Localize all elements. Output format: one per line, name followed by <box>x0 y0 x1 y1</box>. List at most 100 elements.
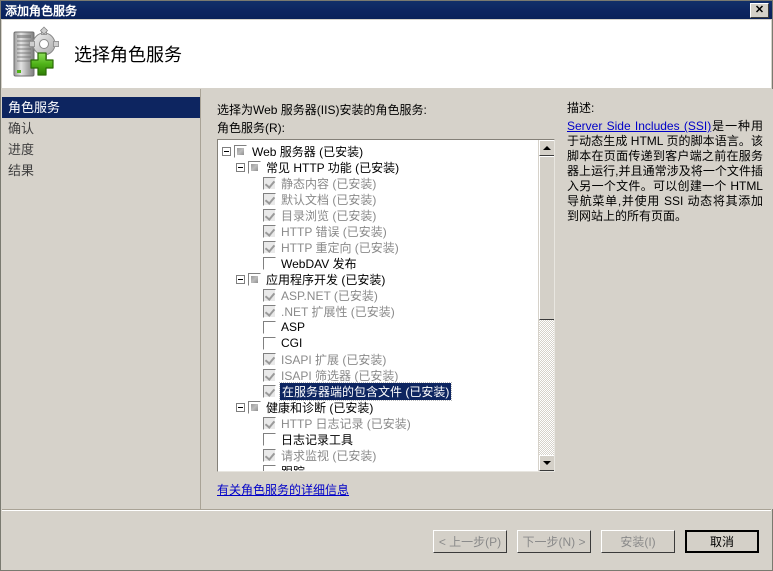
checkbox-checked-gray[interactable] <box>263 224 276 238</box>
checkbox-partial[interactable] <box>248 400 261 414</box>
checkbox-checked-gray[interactable] <box>263 368 276 382</box>
checkbox-checked-gray[interactable] <box>263 208 276 222</box>
wizard-sidebar: 角色服务 确认 进度 结果 <box>2 89 201 509</box>
tree-item-label: 在服务器端的包含文件 (已安装) <box>278 381 453 401</box>
instruction-text: 选择为Web 服务器(IIS)安装的角色服务: <box>217 103 427 117</box>
window-title: 添加角色服务 <box>5 3 78 18</box>
checkbox-empty[interactable] <box>263 432 276 446</box>
tree-item[interactable]: 在服务器端的包含文件 (已安装) <box>218 381 538 401</box>
checkbox-checked-gray[interactable] <box>263 192 276 206</box>
checkbox-checked-gray[interactable] <box>263 448 276 462</box>
sidebar-item-results[interactable]: 结果 <box>2 160 200 181</box>
checkbox-empty[interactable] <box>263 336 276 350</box>
tree-item[interactable]: Web 服务器 (已安装) <box>218 143 538 159</box>
checkbox-checked-gray[interactable] <box>263 240 276 254</box>
arrow-up-icon <box>543 146 551 150</box>
previous-button[interactable]: < 上一步(P) <box>433 530 507 553</box>
tree-item[interactable]: ASP.NET (已安装) <box>218 287 538 303</box>
tree-item[interactable]: 跟踪 <box>218 463 538 471</box>
role-services-label: 角色服务(R): <box>217 121 285 135</box>
close-icon: ✕ <box>754 3 765 16</box>
tree-item-label: .NET 扩展性 (已安装) <box>281 304 395 319</box>
tree-item-label: HTTP 错误 (已安装) <box>281 224 387 239</box>
tree-item[interactable]: 默认文档 (已安装) <box>218 191 538 207</box>
install-button[interactable]: 安装(I) <box>601 530 675 553</box>
role-services-tree[interactable]: Web 服务器 (已安装) 常见 HTTP 功能 (已安装) 静态内容 (已安装) 默… <box>217 139 555 472</box>
tree-item-label: WebDAV 发布 <box>281 256 357 271</box>
tree-item-label: 跟踪 <box>280 463 305 472</box>
tree-item[interactable]: HTTP 日志记录 (已安装) <box>218 415 538 431</box>
arrow-down-icon <box>543 461 551 465</box>
button-row: < 上一步(P) 下一步(N) > 安装(I) 取消 <box>433 530 759 553</box>
cancel-button[interactable]: 取消 <box>685 530 759 553</box>
tree-item-label: ISAPI 扩展 (已安装) <box>281 352 387 367</box>
collapse-expander-icon[interactable] <box>236 162 245 172</box>
scrollbar-track[interactable] <box>539 156 554 455</box>
scrollbar-thumb[interactable] <box>539 156 554 321</box>
tree-item[interactable]: 常见 HTTP 功能 (已安装) <box>218 159 538 175</box>
tree-item[interactable]: 目录浏览 (已安装) <box>218 207 538 223</box>
checkbox-checked-gray[interactable] <box>263 288 276 302</box>
checkbox-partial[interactable] <box>234 144 247 158</box>
sidebar-item-role-services[interactable]: 角色服务 <box>2 97 200 118</box>
tree-item[interactable]: ASP <box>218 319 538 335</box>
tree-item[interactable]: 静态内容 (已安装) <box>218 175 538 191</box>
server-add-icon <box>8 26 64 82</box>
checkbox-checked-gray[interactable] <box>263 416 276 430</box>
tree-item[interactable]: 应用程序开发 (已安装) <box>218 271 538 287</box>
checkbox-checked-gray[interactable] <box>263 176 276 190</box>
tree-item-label: ASP.NET (已安装) <box>281 288 378 303</box>
tree-rows-container: Web 服务器 (已安装) 常见 HTTP 功能 (已安装) 静态内容 (已安装) 默… <box>218 140 538 471</box>
tree-item-label: 常见 HTTP 功能 (已安装) <box>266 160 400 175</box>
tree-item[interactable]: CGI <box>218 335 538 351</box>
tree-item[interactable]: ISAPI 筛选器 (已安装) <box>218 367 538 383</box>
tree-item-label: Web 服务器 (已安装) <box>252 144 364 159</box>
tree-item-label: 日志记录工具 <box>281 432 354 447</box>
tree-item[interactable]: 请求监视 (已安装) <box>218 447 538 463</box>
description-panel: 描述: Server Side Includes (SSI)是一种用于动态生成 … <box>567 99 763 224</box>
tree-item-label: 目录浏览 (已安装) <box>281 208 377 223</box>
tree-item-label: ASP <box>281 320 306 334</box>
scroll-down-button[interactable] <box>539 455 554 471</box>
tree-item[interactable]: 健康和诊断 (已安装) <box>218 399 538 415</box>
checkbox-partial[interactable] <box>248 272 261 286</box>
checkbox-partial[interactable] <box>248 160 261 174</box>
checkbox-checked-gray[interactable] <box>263 304 276 318</box>
tree-item-label: ISAPI 筛选器 (已安装) <box>281 368 399 383</box>
tree-item-label: HTTP 日志记录 (已安装) <box>281 416 411 431</box>
tree-item[interactable]: WebDAV 发布 <box>218 255 538 271</box>
checkbox-empty[interactable] <box>263 320 276 334</box>
description-body: Server Side Includes (SSI)是一种用于动态生成 HTML… <box>567 119 763 224</box>
next-button[interactable]: 下一步(N) > <box>517 530 591 553</box>
tree-item[interactable]: ISAPI 扩展 (已安装) <box>218 351 538 367</box>
close-button[interactable]: ✕ <box>750 2 769 18</box>
collapse-expander-icon[interactable] <box>236 402 245 412</box>
content-area: 选择为Web 服务器(IIS)安装的角色服务: 角色服务(R): Web 服务器… <box>201 89 773 509</box>
sidebar-item-progress[interactable]: 进度 <box>2 139 200 160</box>
tree-item[interactable]: HTTP 重定向 (已安装) <box>218 239 538 255</box>
tree-vertical-scrollbar[interactable] <box>538 140 554 471</box>
tree-item-label: 默认文档 (已安装) <box>281 192 377 207</box>
ssi-link[interactable]: Server Side Includes (SSI) <box>567 119 711 133</box>
more-info-link[interactable]: 有关角色服务的详细信息 <box>217 481 349 498</box>
scroll-up-button[interactable] <box>539 140 554 156</box>
tree-item[interactable]: .NET 扩展性 (已安装) <box>218 303 538 319</box>
description-title: 描述: <box>567 101 595 115</box>
add-role-services-dialog: 添加角色服务 ✕ 选择角色服务 角色服务 确认 进度 结果 选择为Web 服务器… <box>0 0 773 571</box>
tree-item[interactable]: HTTP 错误 (已安装) <box>218 223 538 239</box>
tree-item-label: HTTP 重定向 (已安装) <box>281 240 399 255</box>
collapse-expander-icon[interactable] <box>236 274 245 284</box>
checkbox-checked-gray[interactable] <box>263 352 276 366</box>
collapse-expander-icon[interactable] <box>222 146 231 156</box>
checkbox-empty[interactable] <box>263 256 276 270</box>
tree-item-label: 应用程序开发 (已安装) <box>266 272 386 287</box>
tree-item-label: 静态内容 (已安装) <box>281 176 377 191</box>
checkbox-checked-gray[interactable] <box>263 384 276 398</box>
sidebar-item-confirmation[interactable]: 确认 <box>2 118 200 139</box>
title-bar: 添加角色服务 ✕ <box>1 1 772 19</box>
checkbox-empty[interactable] <box>263 464 276 471</box>
tree-item-label: 请求监视 (已安装) <box>281 448 377 463</box>
dialog-header: 选择角色服务 <box>2 20 771 88</box>
tree-item[interactable]: 日志记录工具 <box>218 431 538 447</box>
description-text: 是一种用于动态生成 HTML 页的脚本语言。该脚本在页面传递到客户端之前在服务器… <box>567 119 763 223</box>
